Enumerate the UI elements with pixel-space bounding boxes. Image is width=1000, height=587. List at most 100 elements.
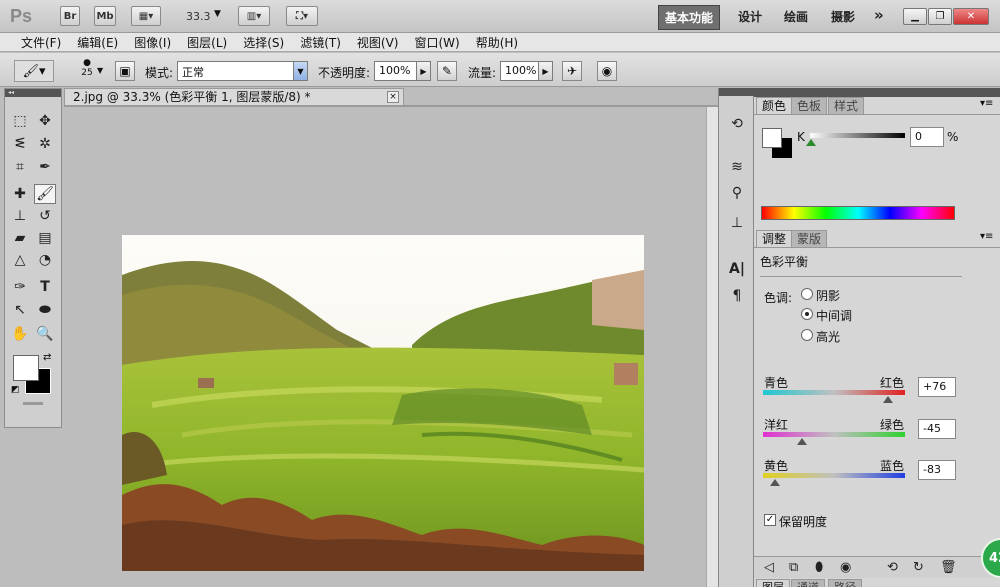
- yellow-blue-slider[interactable]: [763, 473, 905, 478]
- tab-styles[interactable]: 样式: [828, 97, 865, 114]
- preserve-luminosity-checkbox[interactable]: ✓: [764, 514, 776, 526]
- zoom-dropdown-icon[interactable]: ▼: [214, 9, 221, 19]
- history-brush-tool-icon[interactable]: ↺: [34, 206, 56, 226]
- eyedropper-tool-icon[interactable]: ✒: [34, 157, 56, 177]
- more-workspaces-button[interactable]: »: [874, 6, 884, 24]
- blend-mode-dropdown[interactable]: ▼: [293, 61, 308, 81]
- eraser-tool-icon[interactable]: ▰: [9, 228, 31, 248]
- type-tool-icon[interactable]: T: [34, 277, 56, 297]
- dock-header[interactable]: [719, 88, 755, 96]
- panel-foreground-swatch[interactable]: [762, 128, 782, 148]
- arrange-documents-button[interactable]: ▥▾: [238, 6, 270, 26]
- path-select-tool-icon[interactable]: ↖: [9, 300, 31, 320]
- tablet-opacity-button[interactable]: ✎: [437, 61, 457, 81]
- tone-midtones-radio[interactable]: [801, 308, 813, 320]
- gradient-tool-icon[interactable]: ▤: [34, 228, 56, 248]
- tab-paths[interactable]: 路径: [828, 579, 862, 587]
- previous-state-icon[interactable]: ⟲: [887, 560, 898, 575]
- cyan-red-slider-thumb[interactable]: [882, 396, 893, 403]
- menu-window[interactable]: 窗口(W): [406, 34, 467, 51]
- screen-mode-button[interactable]: ⛶▾: [286, 6, 318, 26]
- workspace-design[interactable]: 设计: [738, 8, 762, 25]
- brush-dropdown-icon[interactable]: ▼: [97, 66, 103, 75]
- tab-masks[interactable]: 蒙版: [791, 230, 828, 247]
- close-window-button[interactable]: ✕: [953, 8, 989, 25]
- tone-highlights-label[interactable]: 高光: [816, 328, 840, 345]
- yellow-blue-slider-thumb[interactable]: [770, 479, 781, 486]
- paragraph-panel-icon[interactable]: ¶: [726, 285, 748, 307]
- move-tool-icon[interactable]: ✥: [34, 111, 56, 131]
- blend-mode-select[interactable]: 正常: [177, 61, 295, 81]
- zoom-tool-icon[interactable]: 🔍: [34, 324, 56, 344]
- brush-panel-icon[interactable]: ⚲: [726, 182, 748, 204]
- flow-slider-button[interactable]: ▶: [538, 61, 553, 81]
- history-panel-icon[interactable]: ⟲: [726, 113, 748, 135]
- workspace-photography[interactable]: 摄影: [831, 8, 855, 25]
- tool-preset-picker[interactable]: 🖌▾: [14, 60, 54, 82]
- clone-stamp-tool-icon[interactable]: ⊥: [9, 206, 31, 226]
- tone-midtones-label[interactable]: 中间调: [816, 307, 852, 324]
- brush-panel-button[interactable]: ▣: [115, 61, 135, 81]
- healing-brush-tool-icon[interactable]: ✚: [9, 184, 31, 204]
- opacity-slider-button[interactable]: ▶: [416, 61, 431, 81]
- cyan-red-value[interactable]: +76: [918, 377, 956, 397]
- lasso-tool-icon[interactable]: ᓬ: [9, 134, 31, 154]
- menu-view[interactable]: 视图(V): [349, 34, 407, 51]
- color-spectrum-bar[interactable]: [761, 206, 955, 220]
- adjustments-panel-menu-icon[interactable]: ▾≡: [980, 231, 993, 242]
- dodge-tool-icon[interactable]: ◔: [34, 250, 56, 270]
- menu-file[interactable]: 文件(F): [13, 34, 69, 51]
- tab-adjustments[interactable]: 调整: [756, 230, 793, 247]
- crop-tool-icon[interactable]: ⌗: [9, 157, 31, 177]
- zoom-level[interactable]: 33.3: [186, 10, 211, 23]
- canvas-image[interactable]: [122, 235, 644, 571]
- tab-layers[interactable]: 图层: [756, 579, 790, 587]
- k-value-input[interactable]: 0: [910, 127, 944, 147]
- tone-highlights-radio[interactable]: [801, 329, 813, 341]
- tab-swatches[interactable]: 色板: [791, 97, 828, 114]
- k-channel-slider[interactable]: [810, 133, 905, 138]
- quick-select-tool-icon[interactable]: ✲: [34, 134, 56, 154]
- airbrush-button[interactable]: ✈: [562, 61, 582, 81]
- menu-image[interactable]: 图像(I): [126, 34, 179, 51]
- preserve-luminosity-label[interactable]: 保留明度: [779, 513, 827, 530]
- minimize-button[interactable]: ▁: [903, 8, 927, 25]
- workspace-essentials[interactable]: 基本功能: [658, 5, 721, 30]
- view-extras-button[interactable]: ▦▾: [131, 6, 161, 26]
- blur-tool-icon[interactable]: △: [9, 250, 31, 270]
- workspace-painting[interactable]: 绘画: [784, 8, 808, 25]
- opacity-input[interactable]: 100%: [374, 61, 418, 81]
- canvas-vertical-scrollbar[interactable]: [706, 107, 718, 587]
- quick-mask-icon[interactable]: [23, 402, 43, 405]
- brush-tool-icon[interactable]: 🖌: [34, 184, 56, 204]
- menu-help[interactable]: 帮助(H): [468, 34, 526, 51]
- mini-bridge-button[interactable]: Mb: [94, 6, 116, 26]
- cyan-red-slider[interactable]: [763, 390, 905, 395]
- yellow-blue-value[interactable]: -83: [918, 460, 956, 480]
- bridge-button[interactable]: Br: [60, 6, 80, 26]
- magenta-green-slider-thumb[interactable]: [797, 438, 808, 445]
- marquee-tool-icon[interactable]: ⬚: [9, 111, 31, 131]
- menu-edit[interactable]: 编辑(E): [69, 34, 126, 51]
- hand-tool-icon[interactable]: ✋: [9, 324, 31, 344]
- tab-channels[interactable]: 通道: [791, 579, 825, 587]
- magenta-green-value[interactable]: -45: [918, 419, 956, 439]
- menu-layer[interactable]: 图层(L): [179, 34, 235, 51]
- tab-color[interactable]: 颜色: [756, 97, 793, 114]
- restore-button[interactable]: ❐: [928, 8, 952, 25]
- expanded-view-icon[interactable]: ⧉: [789, 560, 798, 575]
- return-to-list-icon[interactable]: ◁: [764, 560, 774, 575]
- document-tab[interactable]: 2.jpg @ 33.3% (色彩平衡 1, 图层蒙版/8) * ×: [64, 88, 404, 105]
- shape-tool-icon[interactable]: ⬬: [34, 300, 56, 320]
- tone-shadows-radio[interactable]: [801, 288, 813, 300]
- tablet-size-button[interactable]: ◉: [597, 61, 617, 81]
- foreground-color-swatch[interactable]: [13, 355, 39, 381]
- tone-shadows-label[interactable]: 阴影: [816, 287, 840, 304]
- panels-header[interactable]: [754, 88, 1000, 97]
- swap-colors-icon[interactable]: ⇄: [43, 352, 51, 363]
- delete-adjustment-icon[interactable]: 🗑: [940, 560, 957, 575]
- clone-source-icon[interactable]: ⊥: [726, 212, 748, 234]
- flow-input[interactable]: 100%: [500, 61, 540, 81]
- pen-tool-icon[interactable]: ✑: [9, 277, 31, 297]
- magenta-green-slider[interactable]: [763, 432, 905, 437]
